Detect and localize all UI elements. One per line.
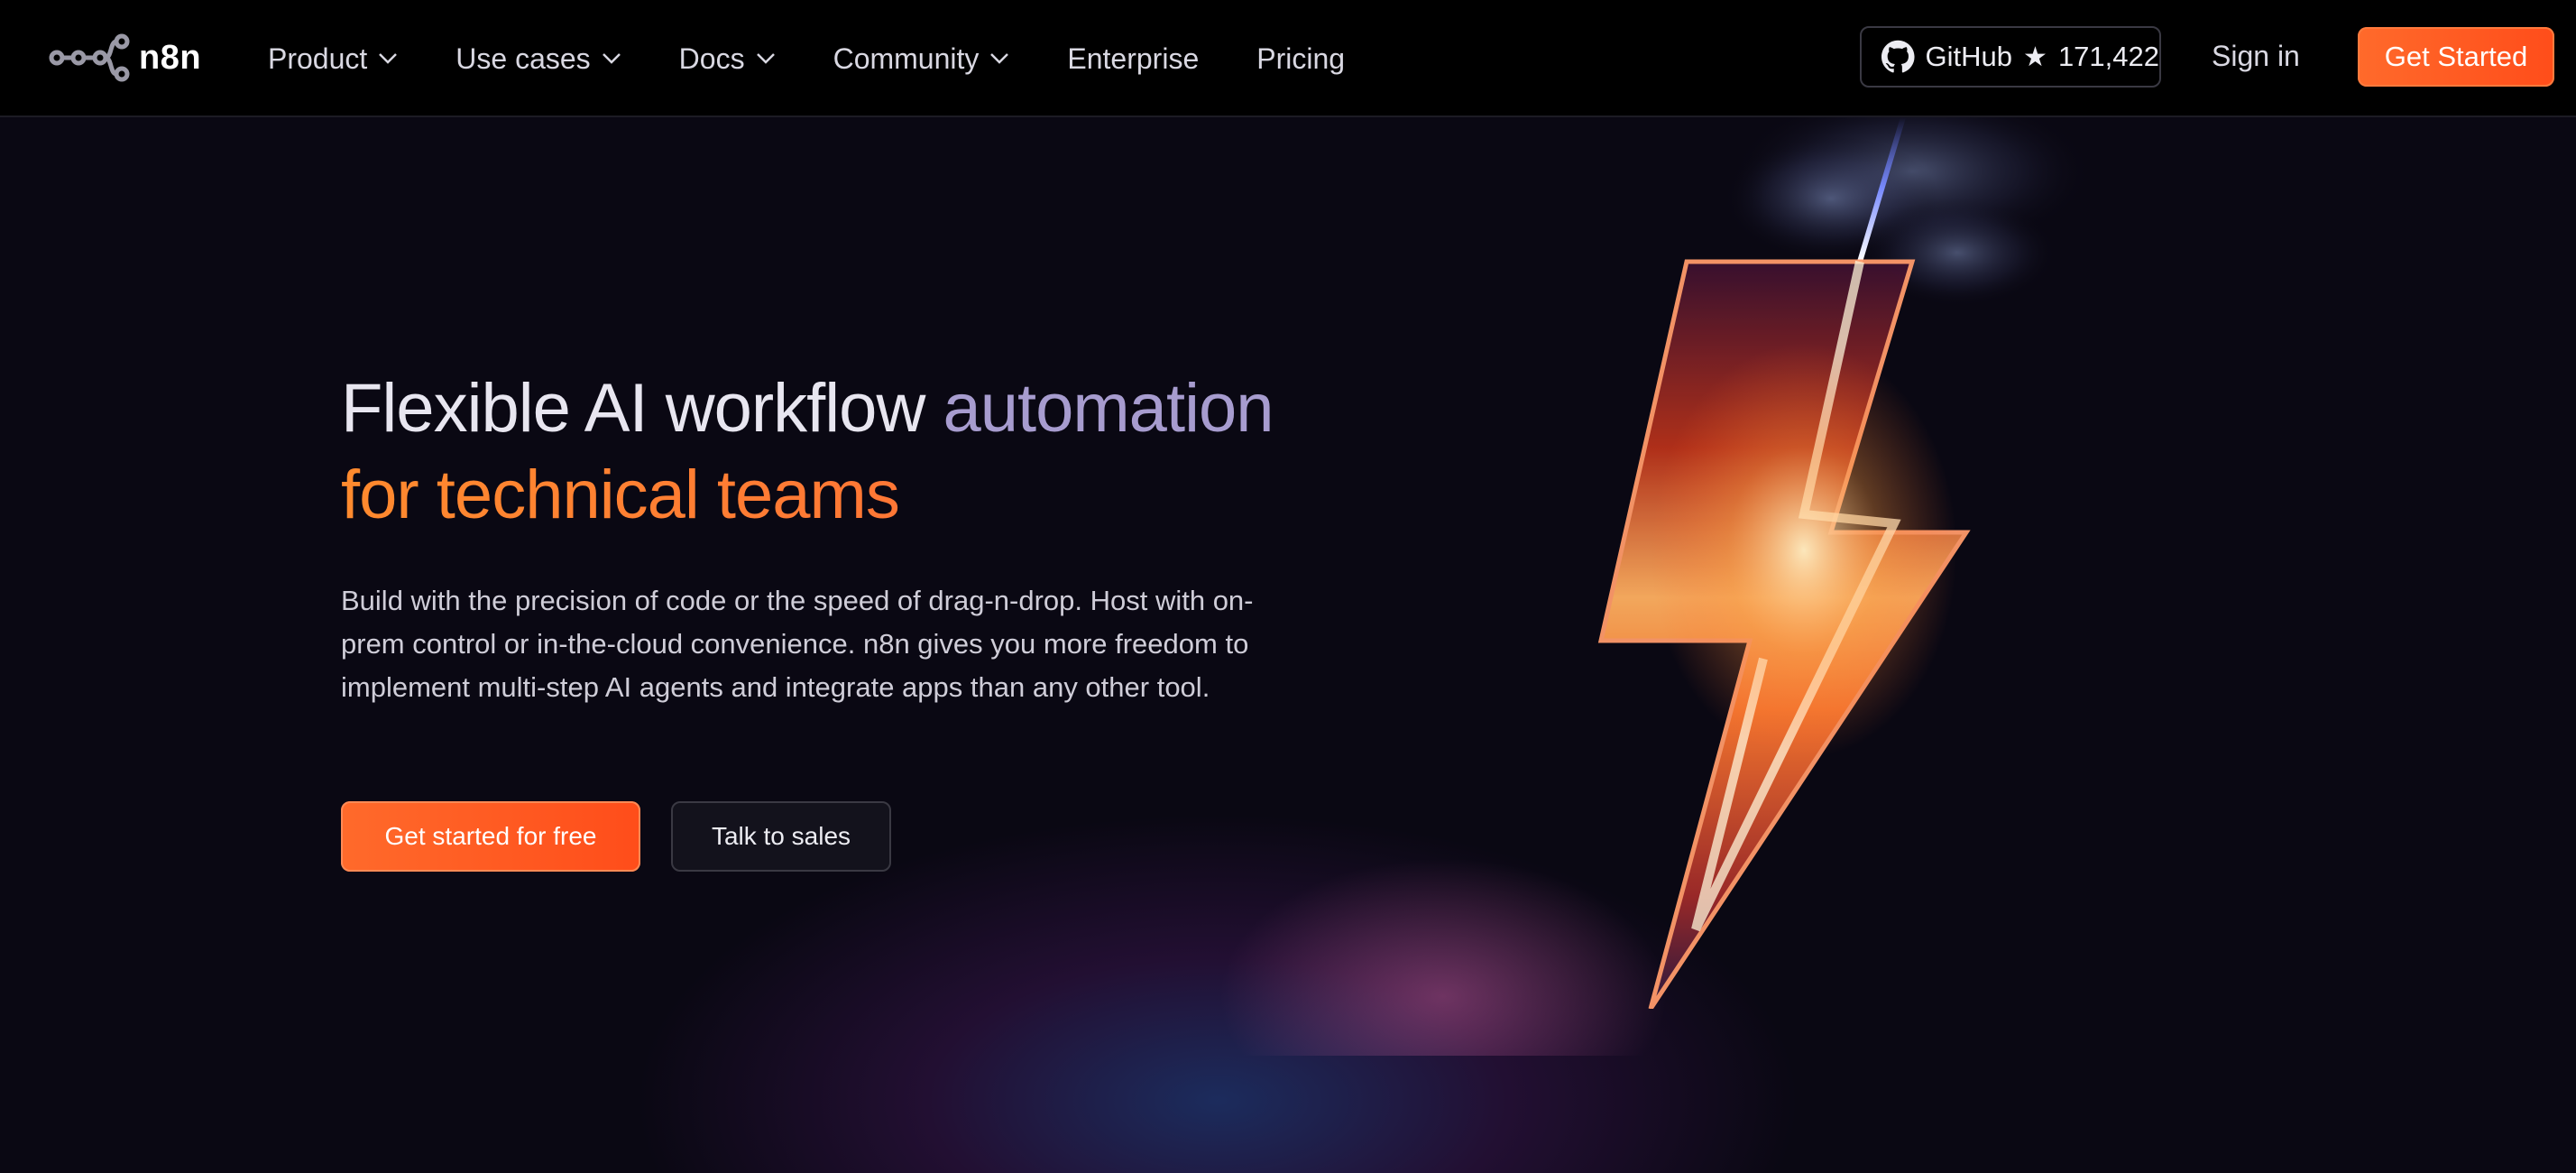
nav-product-label: Product (268, 42, 368, 75)
chevron-down-icon (756, 53, 775, 64)
lightning-bolt-illustration (1597, 117, 2093, 1009)
n8n-logo-icon (49, 33, 130, 82)
chevron-down-icon (990, 53, 1009, 64)
headline-line-1: Flexible AI workflow automation (341, 365, 1274, 452)
nav-use-cases[interactable]: Use cases (455, 42, 621, 76)
get-started-free-button[interactable]: Get started for free (341, 801, 640, 872)
headline-part-1: Flexible AI workflow (341, 370, 943, 447)
hero-subtext: Build with the precision of code or the … (341, 585, 1254, 703)
star-icon: ★ (2023, 42, 2047, 72)
logo-text: n8n (139, 38, 202, 77)
talk-to-sales-button[interactable]: Talk to sales (671, 801, 891, 872)
headline-line-2: for technical teams (341, 452, 1273, 539)
nav-enterprise-label: Enterprise (1067, 42, 1200, 75)
nav-product[interactable]: Product (268, 42, 398, 76)
nav-community[interactable]: Community (833, 42, 1010, 76)
github-label: GitHub (1925, 41, 2013, 72)
nav-enterprise[interactable]: Enterprise (1067, 42, 1199, 76)
nav-pricing-label: Pricing (1256, 42, 1346, 75)
github-star-count: 171,422 (2057, 41, 2159, 72)
nav-docs[interactable]: Docs (679, 42, 776, 76)
nav-pricing[interactable]: Pricing (1256, 42, 1345, 76)
nav-use-cases-label: Use cases (455, 42, 591, 75)
sign-in-link[interactable]: Sign in (2212, 40, 2300, 73)
hero-headline: Flexible AI workflow automation for tech… (341, 365, 1274, 539)
nav-docs-label: Docs (678, 42, 745, 75)
main-nav: Product Use cases Docs Community Enterpr… (268, 0, 1403, 117)
github-icon (1881, 40, 1915, 73)
headline-part-2: automation (943, 370, 1274, 447)
github-stars-button[interactable]: GitHub ★ 171,422 (1860, 26, 2161, 88)
chevron-down-icon (602, 53, 621, 64)
nav-community-label: Community (833, 42, 980, 75)
top-navigation-bar: n8n Product Use cases Docs Community Ent… (0, 0, 2576, 117)
n8n-logo[interactable]: n8n (49, 32, 201, 83)
chevron-down-icon (379, 53, 398, 64)
get-started-button[interactable]: Get Started (2358, 27, 2554, 87)
